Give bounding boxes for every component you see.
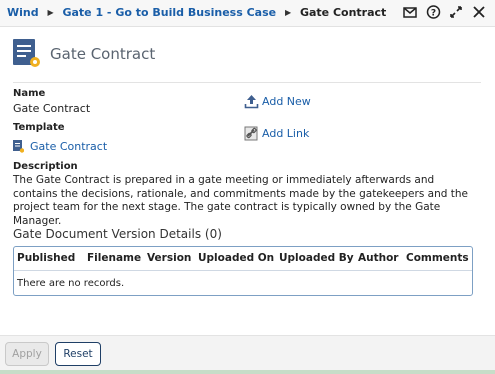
column-version[interactable]: Version	[147, 252, 191, 264]
add-new-button[interactable]: Add New	[244, 94, 311, 109]
breadcrumb-separator-icon: ▶	[47, 8, 54, 17]
grid-header-row: Published Filename Version Uploaded On U…	[14, 247, 472, 271]
close-icon[interactable]	[471, 4, 487, 22]
add-new-label[interactable]: Add New	[262, 95, 311, 108]
name-value: Gate Contract	[13, 102, 91, 115]
breadcrumb-current: Gate Contract	[299, 6, 387, 19]
apply-button[interactable]: Apply	[5, 342, 49, 366]
template-link-label[interactable]: Gate Contract	[30, 140, 107, 153]
template-label: Template	[13, 122, 65, 133]
column-uploaded-by[interactable]: Uploaded By	[279, 252, 354, 264]
gate-document-icon	[13, 39, 41, 69]
reset-button[interactable]: Reset	[55, 342, 101, 366]
breadcrumb-item-wind[interactable]: Wind	[7, 6, 39, 19]
upload-icon	[244, 94, 259, 109]
footer-bar: Apply Reset	[0, 335, 495, 374]
column-uploaded-on[interactable]: Uploaded On	[198, 252, 274, 264]
empty-records-message: There are no records.	[17, 278, 125, 289]
page-title: Gate Contract	[50, 45, 156, 63]
description-text: The Gate Contract is prepared in a gate …	[13, 174, 468, 227]
svg-text:?: ?	[430, 9, 435, 19]
template-link[interactable]: Gate Contract	[13, 140, 107, 153]
header-bar: Wind ▶ Gate 1 - Go to Build Business Cas…	[0, 0, 495, 27]
title-divider	[13, 82, 481, 83]
add-link-button[interactable]: Add Link	[244, 126, 309, 141]
detail-panel: Gate Contract Name Gate Contract Templat…	[0, 27, 495, 335]
column-comments[interactable]: Comments	[406, 252, 469, 264]
help-icon[interactable]: ?	[425, 4, 441, 22]
bottom-strip	[0, 370, 495, 374]
window-controls: ?	[402, 4, 487, 22]
expand-icon[interactable]	[448, 4, 464, 22]
column-published[interactable]: Published	[17, 252, 75, 264]
column-filename[interactable]: Filename	[87, 252, 141, 264]
breadcrumb: Wind ▶ Gate 1 - Go to Build Business Cas…	[7, 6, 386, 19]
breadcrumb-item-gate[interactable]: Gate 1 - Go to Build Business Case	[62, 6, 276, 19]
add-link-label[interactable]: Add Link	[262, 127, 309, 140]
column-author[interactable]: Author	[358, 252, 399, 264]
link-icon	[244, 126, 259, 141]
version-details-grid: Published Filename Version Uploaded On U…	[13, 246, 473, 296]
title-row: Gate Contract	[13, 39, 155, 69]
template-document-icon	[13, 140, 25, 153]
breadcrumb-separator-icon: ▶	[284, 8, 292, 17]
name-label: Name	[13, 88, 46, 99]
mail-icon[interactable]	[402, 4, 418, 22]
description-label: Description	[13, 161, 78, 172]
version-details-title: Gate Document Version Details (0)	[13, 227, 222, 241]
